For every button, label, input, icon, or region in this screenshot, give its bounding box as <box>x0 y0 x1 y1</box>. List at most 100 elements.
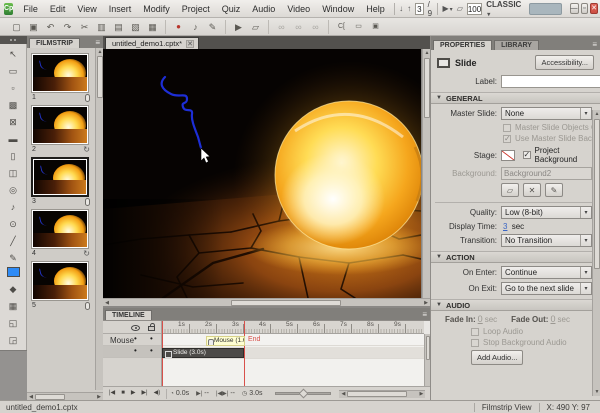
panel-menu-icon[interactable]: ≡ <box>95 37 103 48</box>
quality-dropdown[interactable]: Low (8-bit) ▾ <box>501 206 592 219</box>
fill-color-swatch[interactable] <box>7 267 20 277</box>
scroll-right-icon[interactable]: ▶ <box>417 390 425 398</box>
loop-audio-checkbox[interactable] <box>471 328 479 336</box>
timeline-row-mouse-header[interactable]: Mouse • • <box>103 334 161 346</box>
preview-icon[interactable]: ▶ <box>231 20 246 34</box>
panel-menu-icon[interactable]: ≡ <box>422 309 430 320</box>
button-tool-icon[interactable]: ▬ <box>3 130 24 146</box>
timeline-slide-bar[interactable]: Slide (3.0s) <box>162 348 244 358</box>
filmstrip-slide[interactable]: 4 <box>31 209 93 258</box>
rollover-caption-tool-icon[interactable]: ▫ <box>3 79 24 95</box>
redo-icon[interactable]: ↷ <box>60 20 75 34</box>
lightbulb-image[interactable] <box>275 101 421 249</box>
text-caption-tool-icon[interactable]: ▭ <box>3 62 24 78</box>
widget-tool-icon[interactable]: ◱ <box>3 314 24 330</box>
edit-background-button[interactable]: ✎ <box>545 183 563 197</box>
on-enter-dropdown[interactable]: Continue ▾ <box>501 266 592 279</box>
slide-thumbnail[interactable] <box>31 53 89 93</box>
stage-color-swatch[interactable] <box>501 150 515 161</box>
browse-background-button[interactable]: ▱ <box>501 183 519 197</box>
close-button[interactable]: ✕ <box>590 3 598 14</box>
go-end-button[interactable]: ▶| <box>138 387 150 400</box>
tab-library[interactable]: LIBRARY <box>494 40 539 50</box>
scroll-left-icon[interactable]: ◀ <box>103 299 111 307</box>
audio-tool-icon[interactable]: ♪ <box>3 198 24 214</box>
previous-slide-icon[interactable]: ↓ <box>397 4 405 13</box>
filmstrip-hscrollbar[interactable]: ◀ ▶ <box>27 392 103 400</box>
audio-button[interactable]: ◀) <box>151 387 164 400</box>
menu-item[interactable]: Video <box>281 2 316 16</box>
on-exit-dropdown[interactable]: Go to the next slide ▾ <box>501 282 592 295</box>
filmstrip-slide[interactable]: 3 <box>31 157 93 206</box>
filmstrip-slide[interactable]: 5 <box>31 261 93 310</box>
lock-dot[interactable]: • <box>150 334 153 343</box>
end-line[interactable] <box>244 321 245 386</box>
copy-icon[interactable]: ▥ <box>94 20 109 34</box>
publish-icon[interactable]: ▱ <box>248 20 263 34</box>
timeline-ruler[interactable]: 1s2s3s4s5s6s7s8s9s <box>162 321 424 334</box>
menu-item[interactable]: File <box>17 2 44 16</box>
minimize-button[interactable]: — <box>570 3 579 14</box>
scrollbar-thumb[interactable] <box>35 394 65 400</box>
timeline-hscrollbar[interactable]: ◀ ▶ <box>339 390 425 398</box>
slide-thumbnail[interactable] <box>31 105 89 145</box>
slider-thumb[interactable] <box>299 389 309 399</box>
scroll-up-icon[interactable]: ▲ <box>593 110 600 118</box>
filmstrip-vscrollbar[interactable]: ▲ <box>95 48 103 390</box>
timeline-mouse-bar[interactable]: Mouse (1.6 ... <box>206 336 245 346</box>
timeline-track-area[interactable]: 1s2s3s4s5s6s7s8s9s Mouse (1.6 ... End Sl… <box>162 321 424 386</box>
select-tool-icon[interactable]: ↖ <box>3 45 24 61</box>
menu-item[interactable]: Help <box>360 2 391 16</box>
panel-grid-icon[interactable]: ▣ <box>368 20 383 34</box>
go-start-button[interactable]: |◀ <box>106 387 118 400</box>
scroll-left-icon[interactable]: ◀ <box>339 390 347 398</box>
project-bg-checkbox[interactable] <box>523 151 531 159</box>
open-icon[interactable]: ▢ <box>9 20 24 34</box>
canvas-vscrollbar[interactable]: ▲ <box>422 49 430 298</box>
highlight-box-tool-icon[interactable]: ▩ <box>3 96 24 112</box>
menu-item[interactable]: Project <box>176 2 216 16</box>
duplicate-icon[interactable]: ▧ <box>128 20 143 34</box>
scrollbar-thumb[interactable] <box>347 391 407 397</box>
stop-bg-audio-checkbox[interactable] <box>471 339 479 347</box>
delete-icon[interactable]: ▦ <box>145 20 160 34</box>
use-master-bg-checkbox[interactable] <box>503 135 511 143</box>
search-input[interactable] <box>529 3 561 15</box>
paste-icon[interactable]: ▤ <box>111 20 126 34</box>
rollover-slidelet-tool-icon[interactable]: ◫ <box>3 164 24 180</box>
section-general[interactable]: ▼ GENERAL <box>431 92 600 104</box>
publish-icon[interactable]: ▱ <box>455 4 465 13</box>
filmstrip-slide[interactable]: 1 <box>31 53 93 102</box>
timeline-zoom-slider[interactable] <box>275 392 331 395</box>
undo-icon[interactable]: ↶ <box>43 20 58 34</box>
text-entry-tool-icon[interactable]: ▯ <box>3 147 24 163</box>
lock-dot[interactable]: • <box>150 346 153 355</box>
menu-item[interactable]: View <box>71 2 102 16</box>
menu-item[interactable]: Quiz <box>216 2 247 16</box>
transition-dropdown[interactable]: No Transition ▾ <box>501 234 592 247</box>
stop-button[interactable]: ■ <box>118 387 128 400</box>
document-tab[interactable]: untitled_demo1.cptx* ✕ <box>105 37 199 49</box>
cut-icon[interactable]: ✂ <box>77 20 92 34</box>
visibility-dot[interactable]: • <box>134 334 137 343</box>
menu-item[interactable]: Edit <box>44 2 72 16</box>
save-icon[interactable]: ▣ <box>26 20 41 34</box>
add-audio-button[interactable]: Add Audio... <box>471 350 523 365</box>
next-slide-icon[interactable]: ↑ <box>405 4 413 13</box>
close-tab-icon[interactable]: ✕ <box>186 40 194 48</box>
restore-button[interactable]: ▫ <box>581 3 589 14</box>
slide-thumbnail[interactable] <box>31 157 89 197</box>
line-tool-icon[interactable]: ╱ <box>3 232 24 248</box>
delete-background-button[interactable]: ✕ <box>523 183 541 197</box>
menu-item[interactable]: Insert <box>103 2 138 16</box>
tab-timeline[interactable]: TIMELINE <box>105 310 152 320</box>
accessibility-button[interactable]: Accessibility... <box>535 55 594 70</box>
slide-thumbnail[interactable] <box>31 209 89 249</box>
slide-number-input[interactable]: 3 <box>415 3 423 15</box>
zoom-area-tool-icon[interactable]: ◎ <box>3 181 24 197</box>
visibility-icon[interactable] <box>131 325 140 331</box>
mouse-tool-icon[interactable]: ⊙ <box>3 215 24 231</box>
polygon-tool-icon[interactable]: ◆ <box>3 280 24 296</box>
menu-item[interactable]: Window <box>316 2 360 16</box>
filmstrip-slide[interactable]: 2 <box>31 105 93 154</box>
